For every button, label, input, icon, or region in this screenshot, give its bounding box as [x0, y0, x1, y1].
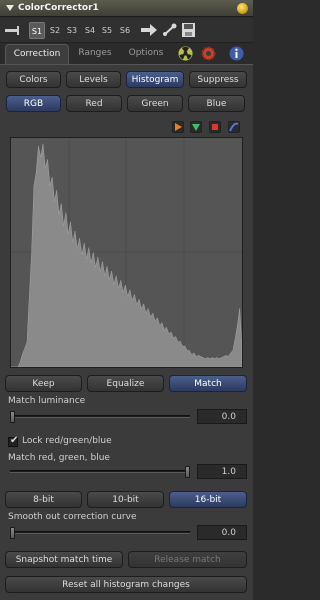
- mode-levels-button[interactable]: Levels: [66, 71, 121, 88]
- smooth-curve-track[interactable]: [10, 531, 190, 534]
- settings-gear-icon[interactable]: [201, 46, 216, 61]
- match-luminance-label: Match luminance: [8, 396, 86, 406]
- channel-rgb-button[interactable]: RGB: [6, 95, 61, 112]
- bitdepth-8bit-button[interactable]: 8-bit: [5, 491, 82, 508]
- bitdepth-10bit-button[interactable]: 10-bit: [87, 491, 164, 508]
- channel-blue-button[interactable]: Blue: [188, 95, 245, 112]
- smooth-curve-value[interactable]: 0.0: [197, 525, 247, 540]
- channel-green-button[interactable]: Green: [127, 95, 183, 112]
- bitdepth-16bit-button[interactable]: 16-bit: [169, 491, 247, 508]
- match-rgb-thumb[interactable]: [185, 466, 190, 478]
- info-icon[interactable]: [229, 46, 244, 61]
- match-luminance-thumb[interactable]: [10, 411, 15, 423]
- slot-s4[interactable]: S4: [82, 22, 98, 39]
- tab-options[interactable]: Options: [122, 44, 170, 64]
- node-link-icon[interactable]: [162, 23, 178, 37]
- slot-s3[interactable]: S3: [64, 22, 80, 39]
- match-rgb-label: Match red, green, blue: [8, 453, 110, 463]
- histogram-view[interactable]: [10, 137, 243, 368]
- keep-button[interactable]: Keep: [5, 375, 82, 392]
- stop-icon[interactable]: [209, 121, 221, 133]
- radioactive-icon[interactable]: [178, 46, 193, 61]
- tool-title: ColorCorrector1: [18, 3, 99, 13]
- slot-s2[interactable]: S2: [47, 22, 63, 39]
- play-icon[interactable]: [172, 121, 184, 133]
- title-bar: ColorCorrector1: [0, 0, 253, 17]
- slot-s5[interactable]: S5: [99, 22, 115, 39]
- down-triangle-icon[interactable]: [190, 121, 202, 133]
- mode-suppress-button[interactable]: Suppress: [189, 71, 247, 88]
- slot-s1[interactable]: S1: [29, 22, 45, 39]
- match-luminance-value[interactable]: 0.0: [197, 409, 247, 424]
- match-rgb-value[interactable]: 1.0: [197, 464, 247, 479]
- curve-icon[interactable]: [228, 121, 240, 133]
- mode-colors-button[interactable]: Colors: [6, 71, 61, 88]
- arrow-right-icon[interactable]: [141, 24, 157, 36]
- lock-rgb-label: Lock red/green/blue: [22, 436, 112, 446]
- equalize-button[interactable]: Equalize: [87, 375, 164, 392]
- smooth-curve-thumb[interactable]: [10, 527, 15, 539]
- collapse-arrow-icon[interactable]: [6, 5, 14, 11]
- histogram-plot: [11, 138, 243, 368]
- slot-s6[interactable]: S6: [117, 22, 133, 39]
- checkmark-icon: ✔: [10, 435, 19, 446]
- save-icon[interactable]: [182, 23, 195, 37]
- mode-histogram-button[interactable]: Histogram: [126, 71, 184, 88]
- tab-bar: Correction Ranges Options: [0, 44, 253, 64]
- channel-red-button[interactable]: Red: [66, 95, 122, 112]
- version-toolbar: S1 S2 S3 S4 S5 S6: [0, 18, 253, 43]
- match-rgb-track[interactable]: [10, 470, 190, 473]
- tab-correction[interactable]: Correction: [5, 44, 69, 64]
- release-match-button[interactable]: Release match: [128, 551, 247, 568]
- pass-through-icon[interactable]: [5, 25, 21, 36]
- lock-rgb-checkbox[interactable]: ✔: [8, 435, 19, 447]
- match-luminance-track[interactable]: [10, 415, 190, 418]
- pin-icon[interactable]: [237, 3, 248, 14]
- snapshot-match-time-button[interactable]: Snapshot match time: [5, 551, 123, 568]
- smooth-curve-label: Smooth out correction curve: [8, 512, 137, 522]
- match-button[interactable]: Match: [169, 375, 247, 392]
- reset-histogram-button[interactable]: Reset all histogram changes: [5, 576, 247, 593]
- tab-ranges[interactable]: Ranges: [71, 44, 119, 64]
